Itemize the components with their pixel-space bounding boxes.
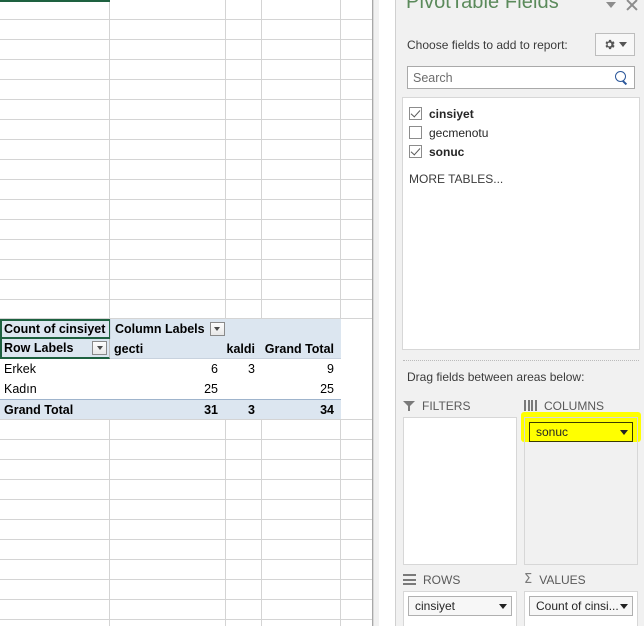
pivot-header-spacer-1 <box>225 319 262 339</box>
cell-kadin-gecti: 25 <box>204 382 218 396</box>
rows-icon <box>403 574 416 585</box>
close-icon[interactable] <box>625 0 638 11</box>
sigma-icon: Σ <box>524 572 533 587</box>
field-item-cinsiyet[interactable]: cinsiyet <box>403 104 639 123</box>
checkbox-icon[interactable] <box>409 107 422 120</box>
field-pill-count-of-cinsiyet[interactable]: Count of cinsi... <box>529 596 633 616</box>
chevron-down-icon[interactable] <box>620 603 628 609</box>
choose-fields-row: Choose fields to add to report: <box>407 33 635 56</box>
field-label: gecmenotu <box>429 125 489 140</box>
panel-header-controls <box>606 0 638 11</box>
table-row[interactable]: Kadın 25 25 <box>0 379 341 399</box>
chevron-down-icon <box>619 42 627 47</box>
pivot-corner-label: Count of cinsiyet <box>0 319 110 339</box>
pivot-header-spacer-2 <box>262 319 341 339</box>
field-label: sonuc <box>429 144 465 159</box>
page-title: PivotTable Fields <box>406 0 559 13</box>
cell-erkek-total: 9 <box>327 362 334 376</box>
area-label: FILTERS <box>422 398 471 413</box>
column-header-grand-total: Grand Total <box>262 339 341 359</box>
field-pill-label: sonuc <box>536 425 569 439</box>
excel-pivottable-screen: Count of cinsiyet Column Labels Row Labe… <box>0 0 644 626</box>
search-input[interactable]: Search <box>407 66 635 89</box>
column-labels-header-cell[interactable]: Column Labels <box>110 319 225 339</box>
pivot-header-row-2: Row Labels gecti kaldi Grand Total <box>0 339 341 359</box>
more-tables-link[interactable]: MORE TABLES... <box>403 172 639 186</box>
cell-total-grand: 34 <box>320 403 334 417</box>
cell-erkek-kaldi: 3 <box>248 362 255 376</box>
column-header-kaldi: kaldi <box>225 339 262 359</box>
cell-kadin-total: 25 <box>320 382 334 396</box>
area-columns[interactable]: COLUMNS sonuc <box>521 397 641 565</box>
field-pill-label: Count of cinsi... <box>536 599 619 613</box>
column-labels-filter-icon[interactable] <box>209 322 225 336</box>
chevron-down-icon[interactable] <box>499 603 507 609</box>
column-header-gecti: gecti <box>110 339 225 359</box>
column-labels-text: Column Labels <box>115 322 205 336</box>
row-label-erkek: Erkek <box>4 362 36 376</box>
field-item-sonuc[interactable]: sonuc <box>403 142 639 161</box>
search-placeholder: Search <box>413 70 453 85</box>
worksheet-scrollbar[interactable] <box>373 0 379 626</box>
gear-icon <box>603 38 616 51</box>
drag-fields-label: Drag fields between areas below: <box>407 370 585 384</box>
area-filters-header: FILTERS <box>403 397 517 414</box>
pivot-table[interactable]: Count of cinsiyet Column Labels Row Labe… <box>0 319 341 419</box>
worksheet-grid[interactable] <box>0 0 380 626</box>
area-values-header: Σ VALUES <box>524 571 638 588</box>
area-rows-dropzone[interactable]: cinsiyet <box>403 591 517 626</box>
choose-fields-label: Choose fields to add to report: <box>407 37 568 52</box>
row-label-grand-total: Grand Total <box>4 403 74 417</box>
area-rows-header: ROWS <box>403 571 517 588</box>
area-label: VALUES <box>539 572 586 587</box>
area-filters-dropzone[interactable] <box>403 417 517 565</box>
cell-total-gecti: 31 <box>204 403 218 417</box>
area-values-dropzone[interactable]: Count of cinsi... <box>524 591 638 626</box>
area-label: COLUMNS <box>544 398 605 413</box>
table-row[interactable]: Erkek 6 3 9 <box>0 359 341 379</box>
checkbox-icon[interactable] <box>409 145 422 158</box>
cell-kadin-kaldi <box>225 379 262 399</box>
selection-top-border <box>0 0 110 2</box>
field-item-gecmenotu[interactable]: gecmenotu <box>403 123 639 142</box>
chevron-down-icon[interactable] <box>606 1 616 8</box>
cell-erkek-gecti: 6 <box>211 362 218 376</box>
area-columns-dropzone[interactable]: sonuc <box>524 417 638 565</box>
field-pill-label: cinsiyet <box>415 599 456 613</box>
pivottable-fields-panel: PivotTable Fields Choose fields to add t… <box>395 0 644 626</box>
field-list[interactable]: cinsiyet gecmenotu sonuc MORE TABLES... <box>402 97 640 350</box>
cell-total-kaldi: 3 <box>248 403 255 417</box>
funnel-icon <box>403 400 415 412</box>
row-labels-header-cell[interactable]: Row Labels <box>0 339 110 359</box>
pivot-header-row-1: Count of cinsiyet Column Labels <box>0 319 341 339</box>
panel-divider <box>403 360 639 361</box>
row-labels-text: Row Labels <box>4 341 74 355</box>
chevron-down-icon[interactable] <box>620 429 628 435</box>
row-label-kadin: Kadın <box>4 382 37 396</box>
area-label: ROWS <box>423 572 461 587</box>
checkbox-icon[interactable] <box>409 126 422 139</box>
field-pill-cinsiyet[interactable]: cinsiyet <box>408 596 512 616</box>
row-labels-filter-icon[interactable] <box>92 341 107 355</box>
grid-lines <box>0 0 380 626</box>
area-values[interactable]: Σ VALUES Count of cinsi... <box>524 571 638 626</box>
table-row-grand-total[interactable]: Grand Total 31 3 34 <box>0 399 341 419</box>
columns-icon <box>524 400 537 411</box>
area-filters[interactable]: FILTERS <box>403 397 517 565</box>
area-rows[interactable]: ROWS cinsiyet <box>403 571 517 626</box>
field-label: cinsiyet <box>429 106 474 121</box>
search-icon[interactable] <box>615 70 629 85</box>
tools-button[interactable] <box>595 33 635 56</box>
field-pill-sonuc[interactable]: sonuc <box>529 422 633 442</box>
